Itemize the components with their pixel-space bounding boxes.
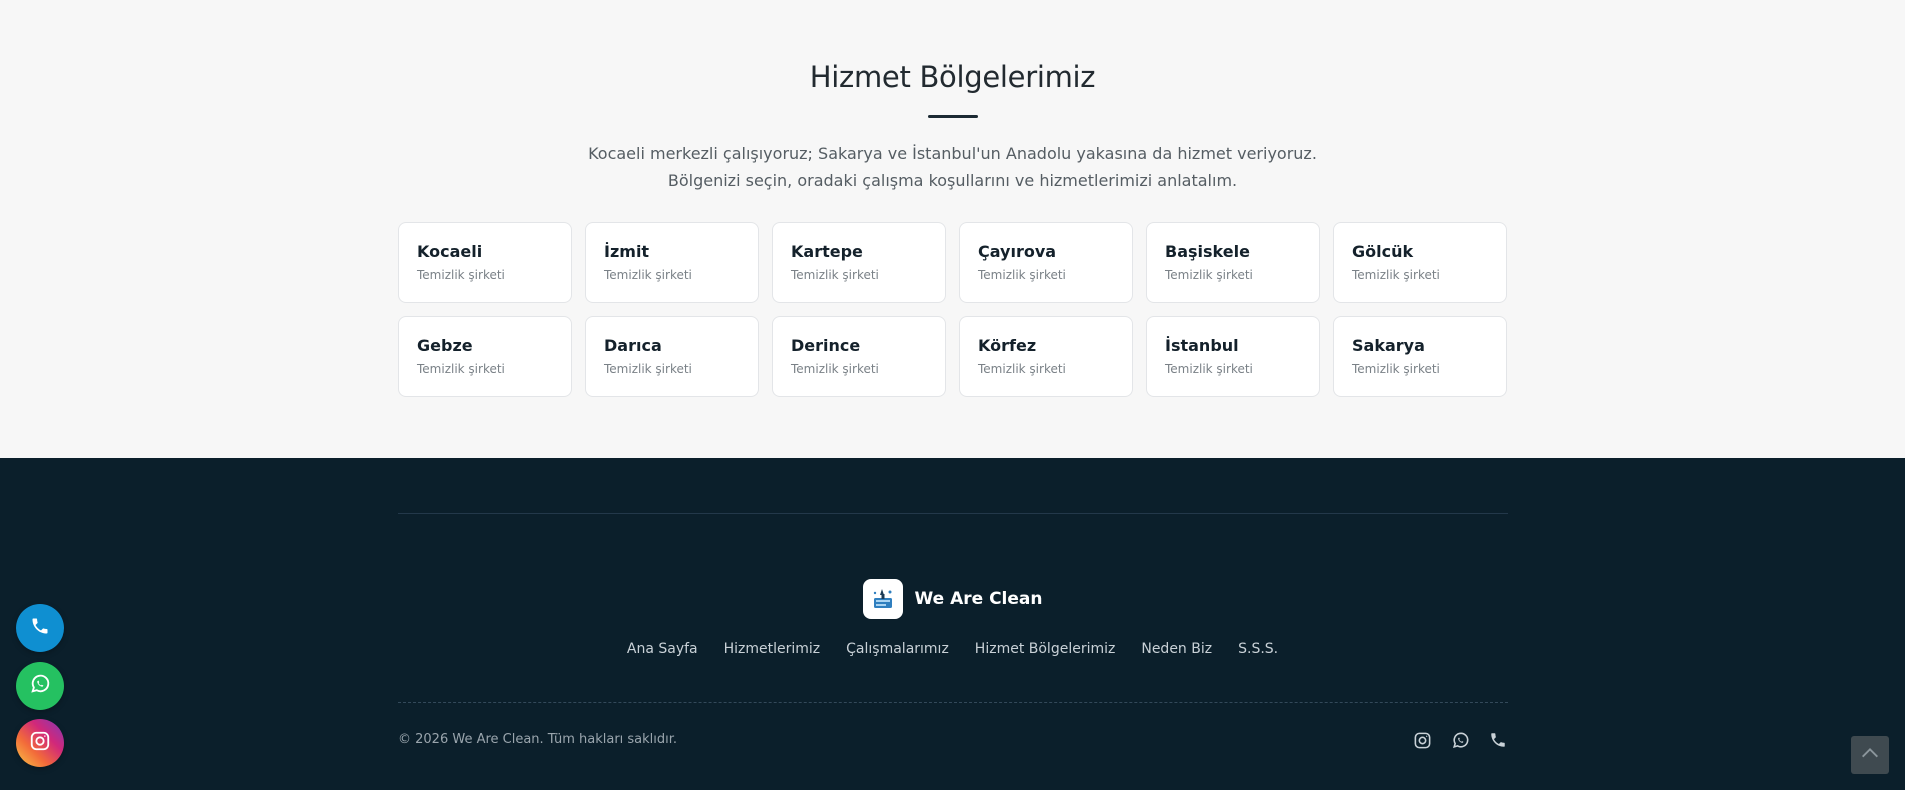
region-card-izmit[interactable]: İzmit Temizlik şirketi (585, 222, 759, 303)
brand-name: We Are Clean (914, 589, 1043, 609)
floating-phone-button[interactable] (16, 604, 64, 652)
floating-instagram-button[interactable] (16, 719, 64, 767)
region-card-kocaeli[interactable]: Kocaeli Temizlik şirketi (398, 222, 572, 303)
region-cards-grid: Kocaeli Temizlik şirketi İzmit Temizlik şi… (398, 222, 1508, 397)
region-card-istanbul[interactable]: İstanbul Temizlik şirketi (1146, 316, 1320, 397)
region-subtitle: Temizlik şirketi (1165, 362, 1253, 376)
region-subtitle: Temizlik şirketi (1352, 362, 1440, 376)
service-regions-section: Hizmet Bölgelerimiz Kocaeli merkezli çal… (0, 0, 1905, 458)
region-name: Kocaeli (417, 242, 483, 261)
footer-link-regions[interactable]: Hizmet Bölgelerimiz (975, 641, 1116, 657)
region-name: Darıca (604, 336, 662, 355)
region-card-golcuk[interactable]: Gölcük Temizlik şirketi (1333, 222, 1507, 303)
region-subtitle: Temizlik şirketi (978, 268, 1066, 282)
region-name: Çayırova (978, 242, 1057, 261)
section-title: Hizmet Bölgelerimiz (809, 60, 1096, 94)
region-subtitle: Temizlik şirketi (417, 268, 505, 282)
section-description: Kocaeli merkezli çalışıyoruz; Sakarya ve… (0, 140, 1905, 194)
region-subtitle: Temizlik şirketi (1165, 268, 1253, 282)
footer-nav: Ana Sayfa Hizmetlerimiz Çalışmalarımız H… (0, 641, 1905, 657)
footer-link-services[interactable]: Hizmetlerimiz (724, 641, 821, 657)
region-card-korfez[interactable]: Körfez Temizlik şirketi (959, 316, 1133, 397)
phone-icon (30, 616, 50, 640)
region-card-kartepe[interactable]: Kartepe Temizlik şirketi (772, 222, 946, 303)
region-card-gebze[interactable]: Gebze Temizlik şirketi (398, 316, 572, 397)
copyright-text: © 2026 We Are Clean. Tüm hakları saklıdı… (398, 732, 678, 747)
region-card-cayirova[interactable]: Çayırova Temizlik şirketi (959, 222, 1133, 303)
back-to-top-button[interactable] (1851, 736, 1889, 774)
chevron-up-icon (1859, 742, 1881, 768)
region-card-basiskele[interactable]: Başiskele Temizlik şirketi (1146, 222, 1320, 303)
region-name: Körfez (978, 336, 1037, 355)
region-name: Başiskele (1165, 242, 1250, 261)
footer-top-divider (398, 513, 1508, 514)
region-subtitle: Temizlik şirketi (791, 362, 879, 376)
site-footer: We Are Clean Ana Sayfa Hizmetlerimiz Çal… (0, 458, 1905, 790)
region-subtitle: Temizlik şirketi (791, 268, 879, 282)
footer-link-home[interactable]: Ana Sayfa (627, 641, 698, 657)
footer-social-links (1412, 730, 1508, 750)
region-card-derince[interactable]: Derince Temizlik şirketi (772, 316, 946, 397)
region-name: Gölcük (1352, 242, 1414, 261)
region-card-sakarya[interactable]: Sakarya Temizlik şirketi (1333, 316, 1507, 397)
instagram-icon (29, 730, 51, 756)
region-card-darica[interactable]: Darıca Temizlik şirketi (585, 316, 759, 397)
footer-brand[interactable]: We Are Clean (0, 579, 1905, 619)
region-name: Derince (791, 336, 861, 355)
region-name: Kartepe (791, 242, 863, 261)
title-underline (928, 115, 978, 118)
instagram-icon[interactable] (1412, 730, 1432, 750)
phone-icon[interactable] (1488, 730, 1508, 750)
region-subtitle: Temizlik şirketi (604, 268, 692, 282)
region-subtitle: Temizlik şirketi (417, 362, 505, 376)
region-name: Gebze (417, 336, 473, 355)
footer-link-faq[interactable]: S.S.S. (1238, 641, 1278, 657)
region-subtitle: Temizlik şirketi (604, 362, 692, 376)
footer-dashed-divider (398, 702, 1508, 703)
footer-link-works[interactable]: Çalışmalarımız (846, 641, 949, 657)
floating-whatsapp-button[interactable] (16, 662, 64, 710)
footer-link-why-us[interactable]: Neden Biz (1141, 641, 1212, 657)
region-subtitle: Temizlik şirketi (1352, 268, 1440, 282)
description-line-1: Kocaeli merkezli çalışıyoruz; Sakarya ve… (588, 144, 1317, 163)
cleaning-logo-icon (862, 579, 903, 619)
description-line-2: Bölgenizi seçin, oradaki çalışma koşulla… (667, 171, 1238, 190)
region-name: İstanbul (1165, 336, 1239, 355)
whatsapp-icon (29, 673, 51, 699)
region-name: İzmit (604, 242, 650, 261)
region-subtitle: Temizlik şirketi (978, 362, 1066, 376)
region-name: Sakarya (1352, 336, 1425, 355)
whatsapp-icon[interactable] (1450, 730, 1470, 750)
